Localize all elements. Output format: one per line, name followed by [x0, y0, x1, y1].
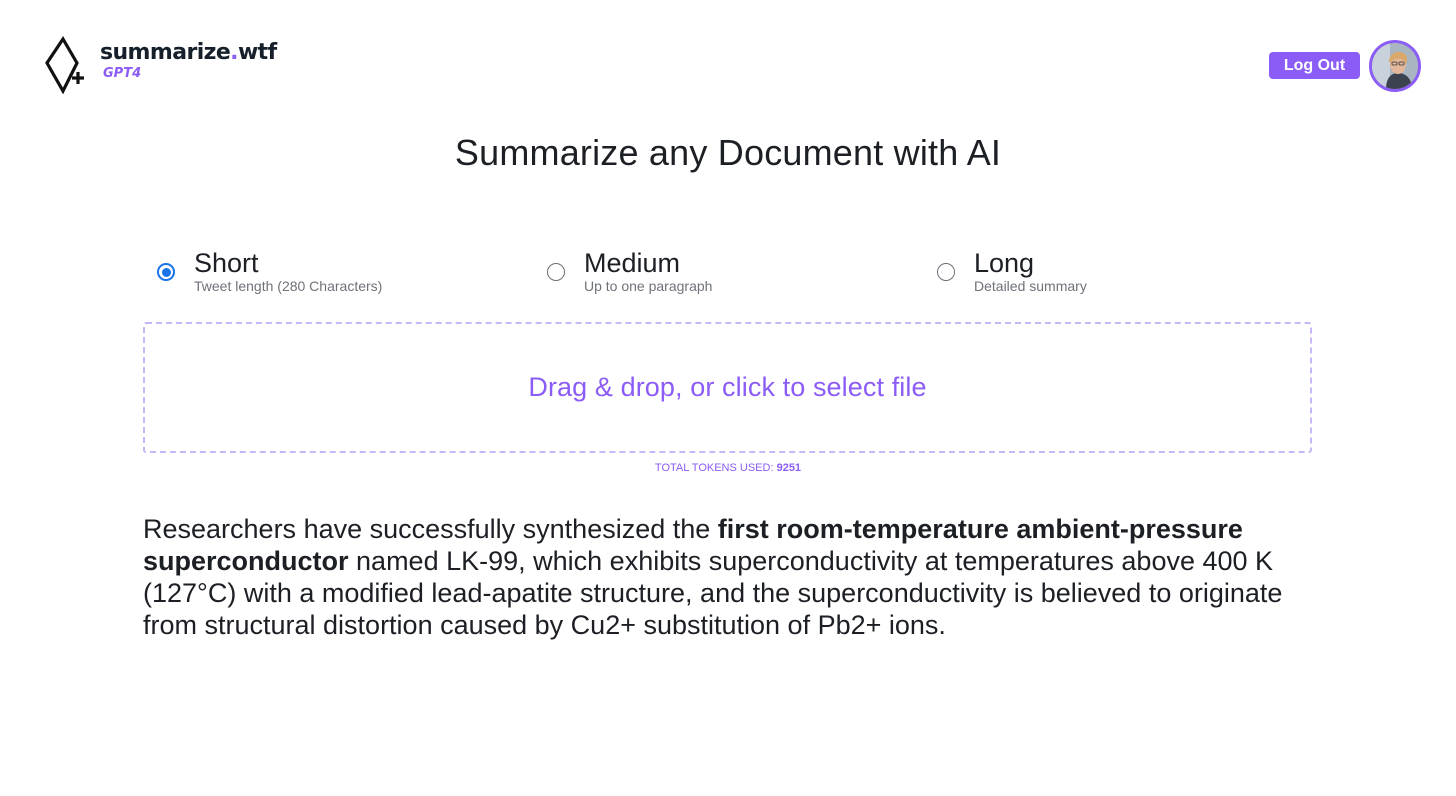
option-medium-label: Medium — [584, 248, 681, 278]
user-avatar-image — [1372, 43, 1418, 89]
tokens-value: 9251 — [776, 462, 802, 474]
page-title: Summarize any Document with AI — [454, 132, 1002, 173]
option-long-text: Long Detailed summary — [974, 248, 1087, 294]
brand-model: GPT4 — [103, 66, 142, 81]
diamond-plus-icon — [45, 36, 84, 94]
brand[interactable]: summarize.wtf GPT4 — [44, 36, 277, 94]
option-short-text: Short Tweet length (280 Characters) — [194, 248, 382, 294]
radio-long[interactable] — [937, 263, 955, 281]
tokens-label: TOTAL TOKENS USED: — [654, 462, 774, 474]
brand-text: summarize.wtf GPT4 — [100, 40, 277, 81]
option-short[interactable]: Short Tweet length (280 Characters) — [157, 248, 382, 294]
option-long[interactable]: Long Detailed summary — [937, 248, 1087, 294]
avatar[interactable] — [1369, 40, 1421, 92]
option-short-label: Short — [194, 248, 259, 278]
option-medium-description: Up to one paragraph — [584, 278, 713, 294]
summary-before: Researchers have successfully synthesize… — [143, 514, 718, 544]
logout-button[interactable]: Log Out — [1269, 52, 1360, 79]
option-long-description: Detailed summary — [974, 278, 1087, 294]
radio-short[interactable] — [157, 263, 175, 281]
brand-tld: wtf — [237, 40, 277, 65]
option-medium[interactable]: Medium Up to one paragraph — [547, 248, 712, 294]
tokens-used: TOTAL TOKENS USED: 9251 — [0, 462, 1456, 474]
radio-medium[interactable] — [547, 263, 565, 281]
option-medium-text: Medium Up to one paragraph — [584, 248, 712, 294]
dropzone-text: Drag & drop, or click to select file — [528, 372, 927, 402]
brand-dot: . — [230, 40, 238, 65]
option-long-label: Long — [974, 248, 1035, 278]
option-short-description: Tweet length (280 Characters) — [194, 278, 383, 294]
page: summarize.wtf GPT4 Log Out Summarize any… — [0, 0, 1456, 796]
summary-text: Researchers have successfully synthesize… — [143, 513, 1318, 641]
file-dropzone[interactable]: Drag & drop, or click to select file — [143, 322, 1312, 453]
brand-name: summarize.wtf — [100, 40, 277, 65]
